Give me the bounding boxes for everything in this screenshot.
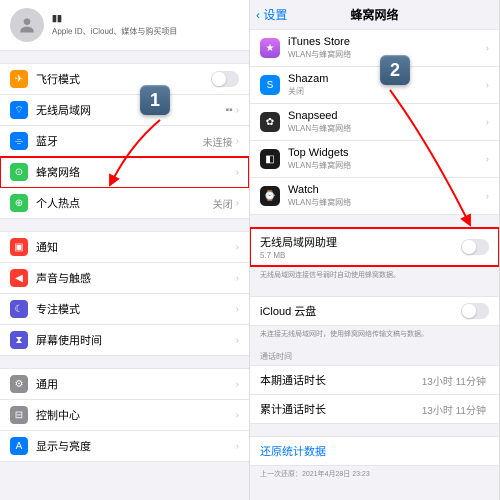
- detail-hotspot: 关闭: [213, 196, 233, 211]
- chevron-icon: ›: [236, 441, 239, 452]
- row-sound[interactable]: ◀ 声音与触感 ›: [0, 263, 249, 294]
- header: ‹ 设置 蜂窝网络: [250, 0, 499, 29]
- row-focus[interactable]: ☾ 专注模式 ›: [0, 294, 249, 325]
- chevron-icon: ›: [486, 191, 489, 202]
- itunes-icon: ★: [260, 38, 280, 58]
- row-bluetooth[interactable]: ⌯ 蓝牙 未连接 ›: [0, 126, 249, 157]
- label-total-call: 累计通话时长: [260, 401, 422, 417]
- val-cur-call: 13小时 11分钟: [422, 373, 486, 388]
- row-shazam[interactable]: S Shazam关闭 ›: [250, 67, 499, 104]
- chevron-icon: ›: [236, 410, 239, 421]
- hotspot-icon: ⊕: [10, 194, 28, 212]
- label-general: 通用: [36, 376, 236, 392]
- chevron-icon: ›: [236, 136, 239, 147]
- row-control[interactable]: ⊟ 控制中心 ›: [0, 400, 249, 431]
- label-hotspot: 个人热点: [36, 195, 213, 211]
- screentime-icon: ⧗: [10, 331, 28, 349]
- cellular-icon: ⊙: [10, 163, 28, 181]
- label-reset: 还原统计数据: [260, 443, 489, 459]
- note-wlan-assist: 无线局域网连接信号弱时自动使用蜂窝数据。: [250, 267, 499, 284]
- label-wifi: 无线局域网: [36, 102, 226, 118]
- chevron-icon: ›: [236, 379, 239, 390]
- chevron-icon: ›: [236, 167, 239, 178]
- detail-bt: 未连接: [203, 134, 233, 149]
- label-notif: 通知: [36, 239, 236, 255]
- section-calltime: 通话时间: [250, 343, 499, 365]
- label-icloud: iCloud 云盘: [260, 303, 461, 319]
- label-bt: 蓝牙: [36, 133, 203, 149]
- label-topw: Top WidgetsWLAN与蜂窝网络: [288, 147, 486, 171]
- bell-icon: ▣: [10, 238, 28, 256]
- label-sound: 声音与触感: [36, 270, 236, 286]
- focus-icon: ☾: [10, 300, 28, 318]
- label-airplane: 飞行模式: [36, 71, 211, 87]
- row-icloud-drive[interactable]: iCloud 云盘: [250, 297, 499, 325]
- note-icloud: 未连接无线局域网时，使用蜂窝网络传输文稿与数据。: [250, 326, 499, 343]
- row-notifications[interactable]: ▣ 通知 ›: [0, 232, 249, 263]
- toggle-wlan-assist[interactable]: [461, 239, 489, 255]
- chevron-icon: ›: [236, 105, 239, 116]
- label-watch: WatchWLAN与蜂窝网络: [288, 184, 486, 208]
- label-snapseed: SnapseedWLAN与蜂窝网络: [288, 110, 486, 134]
- page-title: 蜂窝网络: [350, 6, 398, 23]
- avatar: [10, 8, 44, 42]
- note-reset: 上一次还原：2021年4月28日 23:23: [250, 466, 499, 483]
- chevron-icon: ›: [486, 43, 489, 54]
- toggle-airplane[interactable]: [211, 71, 239, 87]
- row-airplane[interactable]: ✈ 飞行模式: [0, 64, 249, 95]
- chevron-icon: ›: [236, 304, 239, 315]
- sound-icon: ◀: [10, 269, 28, 287]
- control-icon: ⊟: [10, 406, 28, 424]
- val-total-call: 13小时 11分钟: [422, 402, 486, 417]
- shazam-icon: S: [260, 75, 280, 95]
- profile-sub: Apple ID、iCloud、媒体与购买项目: [52, 26, 177, 37]
- chevron-icon: ›: [236, 273, 239, 284]
- chevron-icon: ›: [486, 117, 489, 128]
- row-topwidgets[interactable]: ◧ Top WidgetsWLAN与蜂窝网络 ›: [250, 141, 499, 178]
- row-snapseed[interactable]: ✿ SnapseedWLAN与蜂窝网络 ›: [250, 104, 499, 141]
- row-screentime[interactable]: ⧗ 屏幕使用时间 ›: [0, 325, 249, 355]
- row-display[interactable]: A 显示与亮度 ›: [0, 431, 249, 461]
- back-button[interactable]: ‹ 设置: [256, 6, 287, 23]
- step-badge-1: 1: [140, 85, 170, 115]
- topwidgets-icon: ◧: [260, 149, 280, 169]
- row-watch[interactable]: ⌚ WatchWLAN与蜂窝网络 ›: [250, 178, 499, 214]
- chevron-icon: ›: [486, 154, 489, 165]
- label-focus: 专注模式: [36, 301, 236, 317]
- toggle-icloud[interactable]: [461, 303, 489, 319]
- row-general[interactable]: ⚙ 通用 ›: [0, 369, 249, 400]
- chevron-icon: ›: [236, 335, 239, 346]
- row-total-call: 累计通话时长 13小时 11分钟: [250, 395, 499, 423]
- row-itunes[interactable]: ★ iTunes StoreWLAN与蜂窝网络 ›: [250, 30, 499, 67]
- row-wifi[interactable]: ⌔ 无线局域网 ▪▪ ›: [0, 95, 249, 126]
- row-current-call: 本期通话时长 13小时 11分钟: [250, 366, 499, 395]
- row-reset-stats[interactable]: 还原统计数据: [250, 437, 499, 465]
- detail-wifi: ▪▪: [226, 105, 233, 116]
- profile-name: ▮▮: [52, 13, 177, 24]
- gear-icon: ⚙: [10, 375, 28, 393]
- chevron-icon: ›: [486, 80, 489, 91]
- label-display: 显示与亮度: [36, 438, 236, 454]
- label-wlan-assist: 无线局域网助理5.7 MB: [260, 234, 461, 260]
- row-hotspot[interactable]: ⊕ 个人热点 关闭 ›: [0, 188, 249, 218]
- display-icon: A: [10, 437, 28, 455]
- chevron-icon: ›: [236, 198, 239, 209]
- label-control: 控制中心: [36, 407, 236, 423]
- chevron-icon: ›: [236, 242, 239, 253]
- airplane-icon: ✈: [10, 70, 28, 88]
- wifi-icon: ⌔: [10, 101, 28, 119]
- row-wlan-assist[interactable]: 无线局域网助理5.7 MB: [250, 228, 499, 266]
- profile-row[interactable]: ▮▮ Apple ID、iCloud、媒体与购买项目: [0, 0, 249, 51]
- label-cur-call: 本期通话时长: [260, 372, 422, 388]
- label-screen: 屏幕使用时间: [36, 332, 236, 348]
- bluetooth-icon: ⌯: [10, 132, 28, 150]
- snapseed-icon: ✿: [260, 112, 280, 132]
- watch-icon: ⌚: [260, 186, 280, 206]
- row-cellular[interactable]: ⊙ 蜂窝网络 ›: [0, 157, 249, 188]
- label-cellular: 蜂窝网络: [36, 164, 236, 180]
- step-badge-2: 2: [380, 55, 410, 85]
